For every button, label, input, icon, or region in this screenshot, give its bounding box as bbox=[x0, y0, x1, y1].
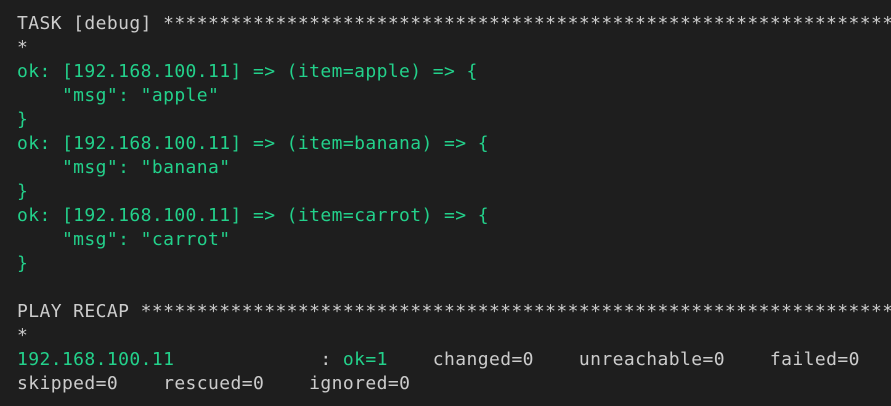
task-result-close: } bbox=[17, 109, 29, 130]
recap-stats-row: skipped=0 rescued=0 ignored=0 bbox=[17, 372, 891, 396]
task-result-close: } bbox=[17, 253, 29, 274]
task-result-msg: "msg": "apple" bbox=[17, 85, 220, 106]
recap-ok-count: ok=1 bbox=[342, 349, 388, 370]
recap-ignored-count: ignored=0 bbox=[264, 373, 411, 394]
terminal-output[interactable]: TASK [debug] ***************************… bbox=[0, 0, 891, 406]
recap-rescued-count: rescued=0 bbox=[118, 373, 265, 394]
task-result-msg: "msg": "carrot" bbox=[17, 229, 231, 250]
task-result-msg: "msg": "banana" bbox=[17, 157, 231, 178]
task-result-line: ok: [192.168.100.11] => (item=carrot) =>… bbox=[17, 205, 489, 226]
recap-separator: : bbox=[174, 349, 343, 370]
task-header-continuation: * bbox=[17, 37, 29, 58]
recap-host-row: 192.168.100.11 : ok=1 changed=0 unreacha… bbox=[17, 348, 891, 372]
task-header: TASK [debug] ***************************… bbox=[17, 13, 891, 34]
recap-host: 192.168.100.11 bbox=[17, 349, 175, 370]
recap-unreachable-count: unreachable=0 bbox=[533, 349, 725, 370]
task-result-close: } bbox=[17, 181, 29, 202]
task-result-line: ok: [192.168.100.11] => (item=apple) => … bbox=[17, 61, 478, 82]
task-result-line: ok: [192.168.100.11] => (item=banana) =>… bbox=[17, 133, 489, 154]
recap-skipped-count: skipped=0 bbox=[17, 373, 119, 394]
recap-header-continuation: * bbox=[17, 325, 29, 346]
recap-changed-count: changed=0 bbox=[387, 349, 534, 370]
recap-failed-count: failed=0 bbox=[724, 349, 860, 370]
recap-header: PLAY RECAP *****************************… bbox=[17, 301, 891, 322]
